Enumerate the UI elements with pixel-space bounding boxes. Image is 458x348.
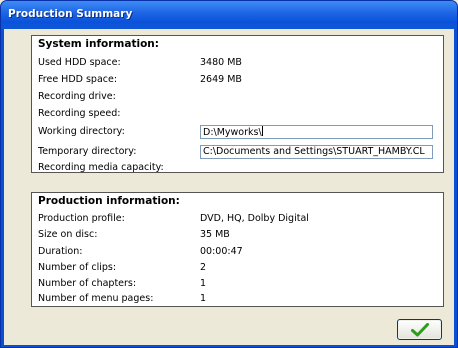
number-of-clips-value: 2 <box>200 262 207 273</box>
temporary-directory-value: C:\Documents and Settings\STUART_HAMBY.C… <box>203 146 425 157</box>
duration-label: Duration: <box>38 246 83 257</box>
number-of-chapters-value: 1 <box>200 278 207 289</box>
temporary-directory-label: Temporary directory: <box>38 146 137 157</box>
recording-media-capacity-label: Recording media capacity: <box>38 162 164 173</box>
working-directory-value: D:\Myworks\ <box>203 127 262 138</box>
number-of-menu-pages-label: Number of menu pages: <box>38 293 154 304</box>
number-of-menu-pages-value: 1 <box>200 293 207 304</box>
free-hdd-value: 2649 MB <box>200 74 242 85</box>
production-information-heading: Production information: <box>38 195 180 207</box>
production-profile-value: DVD, HQ, Dolby Digital <box>200 213 309 224</box>
working-directory-label: Working directory: <box>38 126 125 137</box>
system-information-heading: System information: <box>38 38 159 50</box>
used-hdd-label: Used HDD space: <box>38 57 121 68</box>
working-directory-field[interactable]: D:\Myworks\ <box>200 125 433 139</box>
system-information-panel: System information: Used HDD space: 3480… <box>31 35 444 173</box>
production-information-panel: Production information: Production profi… <box>31 192 444 307</box>
title-bar[interactable]: Production Summary <box>1 1 457 29</box>
text-caret <box>261 126 263 136</box>
temporary-directory-field[interactable]: C:\Documents and Settings\STUART_HAMBY.C… <box>200 145 433 159</box>
recording-drive-label: Recording drive: <box>38 91 116 102</box>
used-hdd-value: 3480 MB <box>200 57 242 68</box>
dialog-body: System information: Used HDD space: 3480… <box>4 29 454 345</box>
window-title: Production Summary <box>8 8 133 20</box>
ok-button[interactable] <box>397 319 442 340</box>
size-on-disc-label: Size on disc: <box>38 229 98 240</box>
number-of-chapters-label: Number of chapters: <box>38 278 137 289</box>
number-of-clips-label: Number of clips: <box>38 262 117 273</box>
duration-value: 00:00:47 <box>200 246 243 257</box>
free-hdd-label: Free HDD space: <box>38 74 118 85</box>
production-summary-window: Production Summary System information: U… <box>0 0 458 348</box>
production-profile-label: Production profile: <box>38 213 125 224</box>
recording-speed-label: Recording speed: <box>38 108 121 119</box>
size-on-disc-value: 35 MB <box>200 229 230 240</box>
checkmark-icon <box>411 323 429 337</box>
